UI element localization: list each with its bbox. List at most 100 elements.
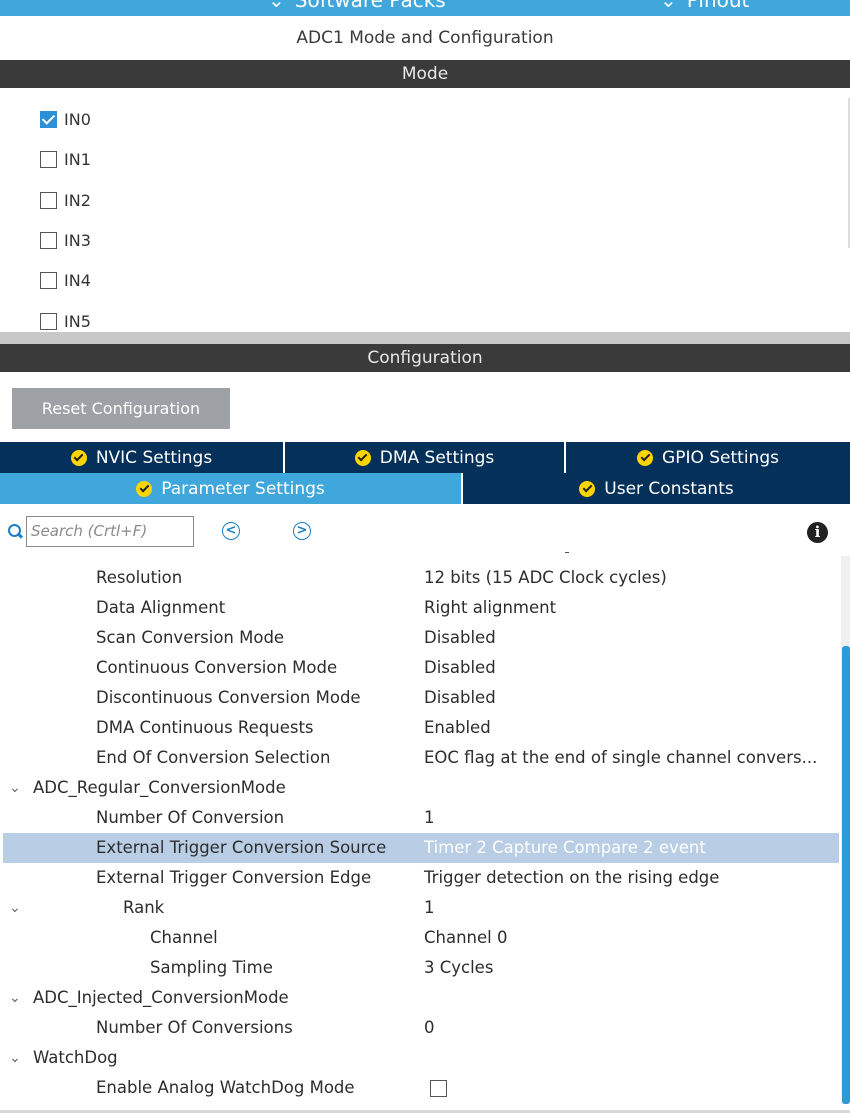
- channel-in2[interactable]: IN2: [40, 189, 91, 211]
- param-name: External Trigger Conversion Source: [96, 838, 387, 857]
- param-row-continuous-conversion-mode[interactable]: Continuous Conversion Mode Disabled: [3, 653, 839, 683]
- group-name: WatchDog: [33, 1048, 118, 1067]
- group-name: ADC_Injected_ConversionMode: [33, 988, 289, 1007]
- param-row-external-trigger-conversion-source[interactable]: External Trigger Conversion Source Timer…: [3, 833, 839, 863]
- group-watchdog[interactable]: ⌄ WatchDog: [3, 1043, 839, 1073]
- page-title: ADC1 Mode and Configuration: [296, 28, 554, 48]
- software-packs-tab[interactable]: ⌄ Software Packs: [268, 0, 446, 12]
- in3-checkbox[interactable]: [40, 231, 57, 249]
- in4-checkbox[interactable]: [40, 271, 57, 289]
- param-value[interactable]: 1: [424, 893, 435, 923]
- chevron-down-icon[interactable]: ⌄: [9, 983, 21, 1013]
- in0-checkbox[interactable]: [40, 110, 57, 128]
- channel-label: IN2: [64, 190, 91, 210]
- chevron-down-icon[interactable]: ⌄: [9, 1043, 21, 1073]
- param-name: Number Of Conversions: [96, 1018, 293, 1037]
- param-value: [424, 1073, 447, 1103]
- pinout-tab[interactable]: ⌄ Pinout: [660, 0, 749, 12]
- param-name: Sampling Time: [150, 958, 273, 977]
- param-row-scan-conversion-mode[interactable]: Scan Conversion Mode Disabled: [3, 623, 839, 653]
- param-value[interactable]: Trigger detection on the rising edge: [424, 863, 719, 893]
- watchdog-checkbox[interactable]: [430, 1080, 447, 1097]
- search-input[interactable]: [26, 515, 194, 547]
- param-row-external-trigger-conversion-edge[interactable]: External Trigger Conversion Edge Trigger…: [3, 863, 839, 893]
- param-row-resolution[interactable]: Resolution 12 bits (15 ADC Clock cycles): [3, 563, 839, 593]
- in2-checkbox[interactable]: [40, 191, 57, 209]
- group-name: ADC_Regular_ConversionMode: [33, 778, 286, 797]
- param-row-enable-analog-watchdog-mode[interactable]: Enable Analog WatchDog Mode: [3, 1073, 839, 1103]
- param-value[interactable]: 12 bits (15 ADC Clock cycles): [424, 563, 667, 593]
- scrollbar-thumb[interactable]: [842, 646, 850, 1104]
- param-name: Enable Analog WatchDog Mode: [96, 1078, 355, 1097]
- channel-label: IN4: [64, 270, 91, 290]
- param-row-discontinuous-conversion-mode[interactable]: Discontinuous Conversion Mode Disabled: [3, 683, 839, 713]
- channel-in3[interactable]: IN3: [40, 229, 91, 251]
- param-row-data-alignment[interactable]: Data Alignment Right alignment: [3, 593, 839, 623]
- param-row-dma-continuous-requests[interactable]: DMA Continuous Requests Enabled: [3, 713, 839, 743]
- tab-parameter-settings[interactable]: Parameter Settings: [0, 473, 461, 504]
- param-name: Scan Conversion Mode: [96, 628, 285, 647]
- mode-horizontal-scrollbar[interactable]: [0, 332, 850, 344]
- channel-in5[interactable]: IN5: [40, 310, 91, 332]
- chevron-down-icon[interactable]: ⌄: [9, 893, 21, 923]
- param-value[interactable]: Channel 0: [424, 923, 507, 953]
- in1-checkbox[interactable]: [40, 150, 57, 168]
- chevron-down-icon[interactable]: ⌄: [9, 773, 21, 803]
- tab-label: Parameter Settings: [161, 478, 325, 499]
- param-value[interactable]: Disabled: [424, 653, 496, 683]
- check-circle-icon: [136, 480, 153, 497]
- check-circle-icon: [70, 449, 87, 466]
- group-adc-regular-conversion-mode[interactable]: ⌄ ADC_Regular_ConversionMode: [3, 773, 839, 803]
- param-value[interactable]: 1: [424, 803, 435, 833]
- param-value[interactable]: 0: [424, 1013, 435, 1043]
- tab-gpio-settings[interactable]: GPIO Settings: [566, 442, 850, 473]
- tab-nvic-settings[interactable]: NVIC Settings: [0, 442, 283, 473]
- param-name: Data Alignment: [96, 598, 226, 617]
- tab-user-constants[interactable]: User Constants: [463, 473, 850, 504]
- param-name: Resolution: [96, 568, 183, 587]
- param-value[interactable]: 3 Cycles: [424, 953, 493, 983]
- tab-label: DMA Settings: [379, 447, 495, 468]
- channel-in0[interactable]: IN0: [40, 108, 91, 130]
- group-adc-injected-conversion-mode[interactable]: ⌄ ADC_Injected_ConversionMode: [3, 983, 839, 1013]
- chevron-down-icon: ⌄: [660, 0, 677, 12]
- param-value[interactable]: Disabled: [424, 623, 496, 653]
- search-icon: [7, 523, 23, 539]
- param-value[interactable]: Right alignment: [424, 593, 556, 623]
- param-row-number-of-conversions[interactable]: Number Of Conversions 0: [3, 1013, 839, 1043]
- info-icon[interactable]: i: [807, 522, 828, 543]
- check-circle-icon: [579, 480, 596, 497]
- channel-in4[interactable]: IN4: [40, 269, 91, 291]
- search-previous-button[interactable]: <: [222, 522, 240, 540]
- channel-label: IN1: [64, 149, 91, 169]
- param-value[interactable]: Enabled: [424, 713, 491, 743]
- param-row-sampling-time[interactable]: Sampling Time 3 Cycles: [3, 953, 839, 983]
- param-name: DMA Continuous Requests: [96, 718, 314, 737]
- channel-in1[interactable]: IN1: [40, 148, 91, 170]
- param-value[interactable]: Disabled: [424, 683, 496, 713]
- search-next-button[interactable]: >: [293, 522, 311, 540]
- channel-label: IN0: [64, 109, 91, 129]
- mode-channel-list: IN0 IN1 IN2 IN3 IN4 IN5: [0, 88, 850, 332]
- param-name: End Of Conversion Selection: [96, 748, 331, 767]
- param-name: Discontinuous Conversion Mode: [96, 688, 361, 707]
- param-row-number-of-conversion[interactable]: Number Of Conversion 1: [3, 803, 839, 833]
- configuration-header: Configuration: [0, 344, 850, 372]
- parameter-tree: Resolution 12 bits (15 ADC Clock cycles)…: [0, 548, 840, 1104]
- parameter-scrollbar[interactable]: [841, 556, 850, 1104]
- param-value[interactable]: EOC flag at the end of single channel co…: [424, 743, 817, 773]
- param-row-end-of-conversion-selection[interactable]: End Of Conversion Selection EOC flag at …: [3, 743, 839, 773]
- param-row-rank[interactable]: ⌄ Rank 1: [3, 893, 839, 923]
- top-tab-bar: ⌄ Software Packs ⌄ Pinout: [0, 0, 850, 16]
- reset-configuration-button[interactable]: Reset Configuration: [12, 388, 230, 429]
- pinout-label: Pinout: [686, 0, 750, 12]
- param-value[interactable]: Timer 2 Capture Compare 2 event: [424, 833, 706, 863]
- param-name: External Trigger Conversion Edge: [96, 868, 372, 887]
- param-name: Channel: [150, 928, 218, 947]
- param-name: Number Of Conversion: [96, 808, 285, 827]
- chevron-down-icon: ⌄: [268, 0, 285, 12]
- param-name: Continuous Conversion Mode: [96, 658, 338, 677]
- tab-dma-settings[interactable]: DMA Settings: [285, 442, 564, 473]
- param-row-channel[interactable]: Channel Channel 0: [3, 923, 839, 953]
- in5-checkbox[interactable]: [40, 312, 57, 330]
